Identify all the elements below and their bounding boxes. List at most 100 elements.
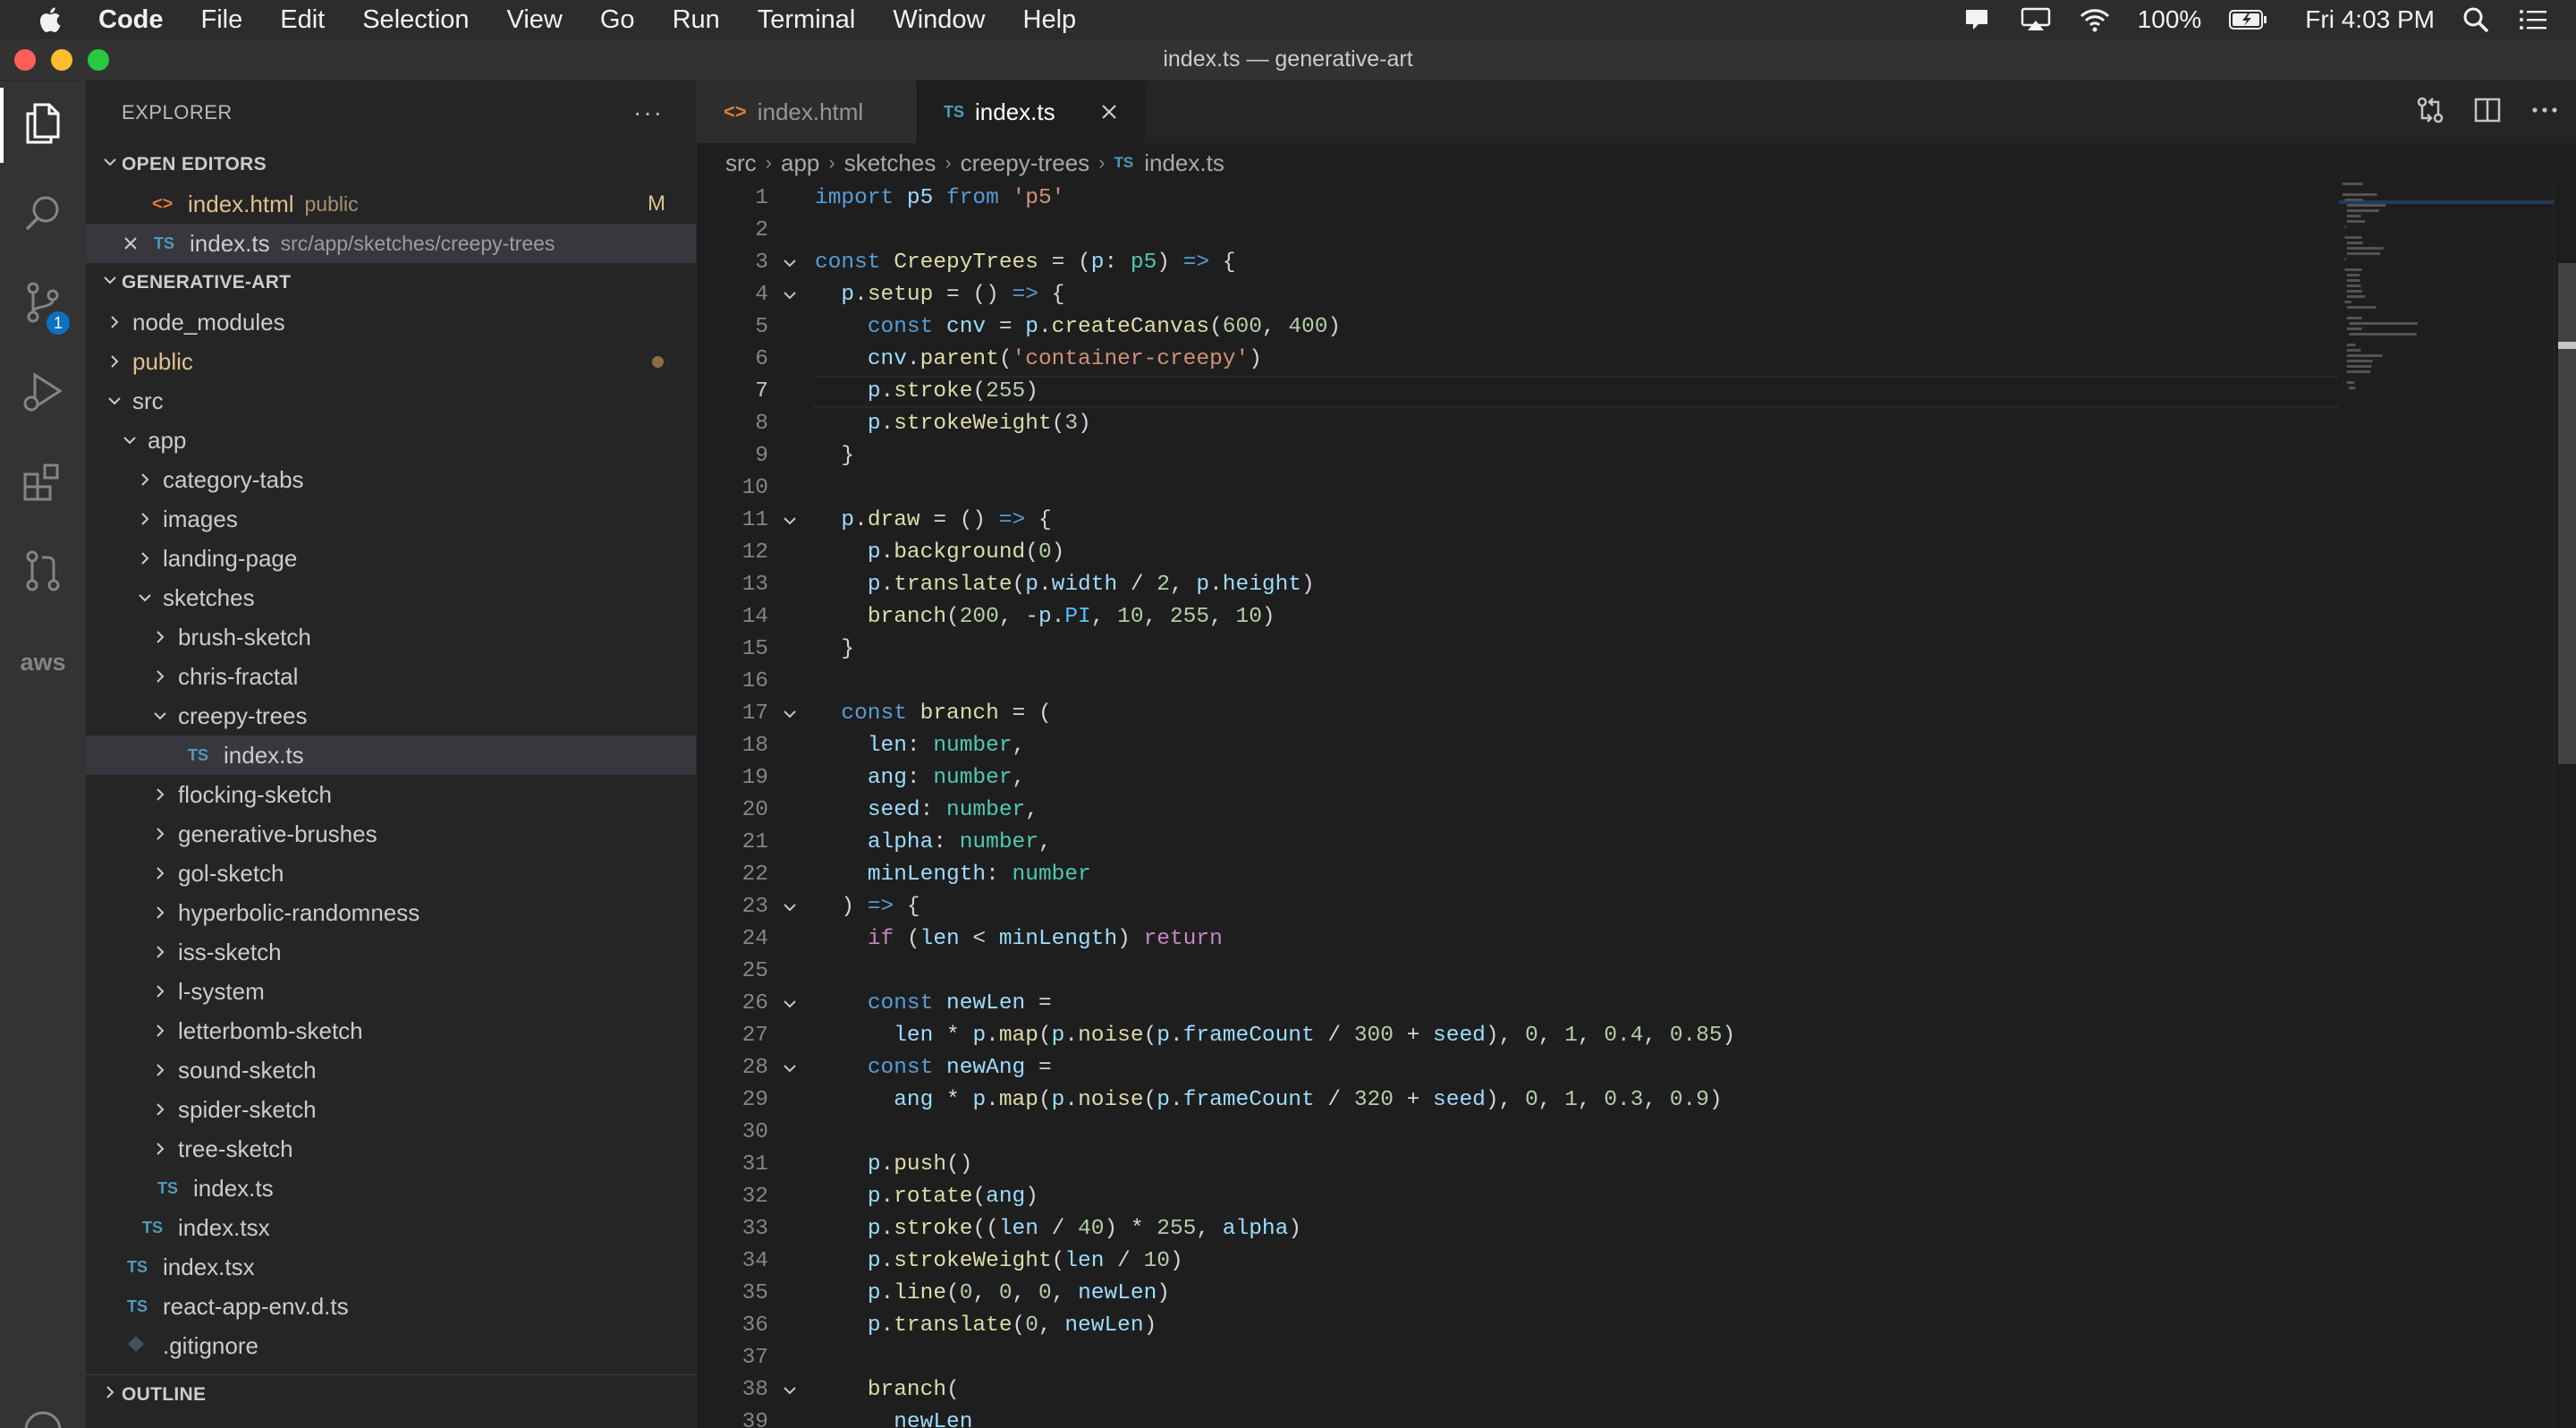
run-debug-activity[interactable] — [0, 349, 86, 438]
code-line[interactable]: 7 p.stroke(255) — [697, 376, 2339, 408]
close-window-button[interactable] — [14, 49, 36, 71]
menu-terminal[interactable]: Terminal — [739, 5, 875, 35]
code-line[interactable]: 33 p.stroke((len / 40) * 255, alpha) — [697, 1213, 2339, 1245]
folder-item[interactable]: creepy-trees — [86, 696, 696, 735]
project-section[interactable]: GENERATIVE-ART — [86, 263, 696, 302]
folder-item[interactable]: letterbomb-sketch — [86, 1011, 696, 1050]
extensions-activity[interactable] — [0, 438, 86, 528]
code-line[interactable]: 32 p.rotate(ang) — [697, 1181, 2339, 1213]
code-line[interactable]: 8 p.strokeWeight(3) — [697, 408, 2339, 440]
code-line[interactable]: 16 — [697, 666, 2339, 698]
code-line[interactable]: 26 const newLen = — [697, 988, 2339, 1020]
folder-item[interactable]: src — [86, 381, 696, 421]
code-line[interactable]: 1 import p5 from 'p5' — [697, 183, 2339, 215]
fold-chevron-icon[interactable] — [781, 505, 799, 537]
code-line[interactable]: 4 p.setup = () => { — [697, 279, 2339, 311]
code-line[interactable]: 17 const branch = ( — [697, 698, 2339, 730]
code-line[interactable]: 13 p.translate(p.width / 2, p.height) — [697, 569, 2339, 601]
close-tab-icon[interactable] — [1100, 103, 1118, 121]
code-line[interactable]: 6 cnv.parent('container-creepy') — [697, 344, 2339, 376]
menu-go[interactable]: Go — [581, 5, 654, 35]
open-changes-icon[interactable] — [2415, 95, 2445, 130]
code-line[interactable]: 11 p.draw = () => { — [697, 505, 2339, 537]
code-line[interactable]: 37 — [697, 1342, 2339, 1374]
code-line[interactable]: 9 } — [697, 440, 2339, 472]
open-editor-item[interactable]: <> index.html public M — [86, 184, 696, 224]
code-editor[interactable]: 1 import p5 from 'p5' 2 3 const CreepyTrees … — [697, 183, 2339, 1428]
folder-item[interactable]: chris-fractal — [86, 657, 696, 696]
folder-item[interactable]: hyperbolic-randomness — [86, 893, 696, 932]
menu-selection[interactable]: Selection — [343, 5, 487, 35]
explorer-activity[interactable] — [0, 81, 86, 170]
menu-view[interactable]: View — [488, 5, 581, 35]
code-line[interactable]: 10 — [697, 472, 2339, 505]
file-item[interactable]: .gitignore — [86, 1326, 696, 1365]
code-line[interactable]: 31 p.push() — [697, 1149, 2339, 1181]
code-line[interactable]: 21 alpha: number, — [697, 827, 2339, 859]
airplay-icon[interactable] — [2020, 6, 2052, 33]
code-line[interactable]: 15 } — [697, 633, 2339, 666]
explorer-more-actions-icon[interactable]: ··· — [633, 98, 664, 127]
code-line[interactable]: 12 p.background(0) — [697, 537, 2339, 569]
code-line[interactable]: 2 — [697, 215, 2339, 247]
folder-item[interactable]: app — [86, 421, 696, 460]
code-line[interactable]: 28 const newAng = — [697, 1052, 2339, 1084]
code-line[interactable]: 3 const CreepyTrees = (p: p5) => { — [697, 247, 2339, 279]
file-item[interactable]: TS index.tsx — [86, 1208, 696, 1247]
code-line[interactable]: 38 branch( — [697, 1374, 2339, 1407]
folder-item[interactable]: spider-sketch — [86, 1090, 696, 1129]
menu-clock[interactable]: Fri 4:03 PM — [2305, 5, 2435, 34]
code-line[interactable]: 27 len * p.map(p.noise(p.frameCount / 30… — [697, 1020, 2339, 1052]
code-line[interactable]: 24 if (len < minLength) return — [697, 923, 2339, 956]
code-line[interactable]: 20 seed: number, — [697, 795, 2339, 827]
breadcrumb-item[interactable]: app — [781, 149, 819, 177]
menu-edit[interactable]: Edit — [261, 5, 343, 35]
folder-item[interactable]: sound-sketch — [86, 1050, 696, 1090]
code-line[interactable]: 30 — [697, 1117, 2339, 1149]
editor-scrollbar[interactable] — [2554, 183, 2576, 1428]
minimap[interactable] — [2339, 183, 2554, 1428]
pull-requests-activity[interactable] — [0, 528, 86, 617]
folder-item[interactable]: l-system — [86, 972, 696, 1011]
fold-chevron-icon[interactable] — [781, 891, 799, 923]
aws-activity[interactable]: aws — [0, 617, 86, 707]
outline-section[interactable]: OUTLINE — [86, 1374, 696, 1414]
tab-index-html[interactable]: <> index.html — [697, 81, 917, 143]
code-line[interactable]: 18 len: number, — [697, 730, 2339, 762]
code-line[interactable]: 5 const cnv = p.createCanvas(600, 400) — [697, 311, 2339, 344]
file-item[interactable]: TS index.tsx — [86, 1247, 696, 1287]
open-editors-section[interactable]: OPEN EDITORS — [86, 145, 696, 184]
breadcrumb-item[interactable]: index.ts — [1144, 149, 1224, 177]
tab-index-ts[interactable]: TS index.ts — [917, 81, 1146, 143]
folder-item[interactable]: gol-sketch — [86, 854, 696, 893]
code-line[interactable]: 39 newLen — [697, 1407, 2339, 1428]
breadcrumb-item[interactable]: src — [725, 149, 757, 177]
control-center-icon[interactable] — [2517, 6, 2549, 33]
fold-chevron-icon[interactable] — [781, 1374, 799, 1407]
code-line[interactable]: 19 ang: number, — [697, 762, 2339, 795]
file-item[interactable]: TS react-app-env.d.ts — [86, 1287, 696, 1326]
folder-item[interactable]: sketches — [86, 578, 696, 617]
minimize-window-button[interactable] — [51, 49, 72, 71]
wifi-icon[interactable] — [2079, 6, 2111, 33]
scrollbar-thumb[interactable] — [2558, 263, 2576, 764]
code-line[interactable]: 36 p.translate(0, newLen) — [697, 1310, 2339, 1342]
fold-chevron-icon[interactable] — [781, 988, 799, 1020]
code-line[interactable]: 29 ang * p.map(p.noise(p.frameCount / 32… — [697, 1084, 2339, 1117]
menu-window[interactable]: Window — [874, 5, 1004, 35]
zoom-window-button[interactable] — [88, 49, 109, 71]
source-control-activity[interactable]: 1 — [0, 259, 86, 349]
folder-item[interactable]: landing-page — [86, 539, 696, 578]
folder-item[interactable]: brush-sketch — [86, 617, 696, 657]
close-editor-icon[interactable] — [120, 235, 141, 251]
folder-item[interactable]: generative-brushes — [86, 814, 696, 854]
battery-icon[interactable] — [2228, 8, 2269, 31]
notifications-icon[interactable] — [1961, 6, 1993, 33]
code-line[interactable]: 23 ) => { — [697, 891, 2339, 923]
folder-item[interactable]: iss-sketch — [86, 932, 696, 972]
file-item[interactable]: TS index.ts — [86, 1169, 696, 1208]
fold-chevron-icon[interactable] — [781, 698, 799, 730]
folder-item[interactable]: flocking-sketch — [86, 775, 696, 814]
accounts-activity[interactable] — [0, 1387, 86, 1428]
breadcrumb-item[interactable]: sketches — [844, 149, 936, 177]
